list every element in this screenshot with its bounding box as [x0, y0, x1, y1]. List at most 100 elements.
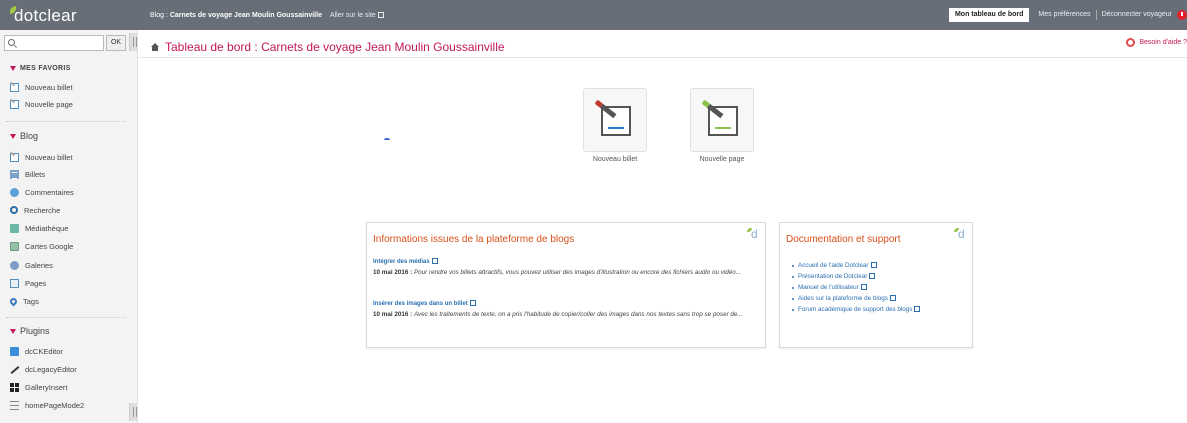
logo-text: dotclear — [14, 6, 77, 25]
new-page-label[interactable]: Nouvelle page — [677, 156, 767, 163]
sidebar-item-media[interactable]: Médiathèque — [10, 222, 68, 234]
page-title: Tableau de bord : Carnets de voyage Jean… — [151, 40, 505, 54]
d-glyph: d — [751, 227, 758, 241]
sidebar-item-comments[interactable]: Commentaires — [10, 186, 74, 198]
docs-link[interactable]: Forum académique de support des blogs — [792, 304, 921, 315]
sidebar-item-label: dcLegacyEditor — [25, 364, 77, 374]
divider — [139, 57, 1187, 58]
sidebar-item-fav-new-page[interactable]: Nouvelle page — [10, 98, 73, 110]
sidebar-item-label: Galeries — [25, 260, 53, 270]
plugins-section-title[interactable]: Plugins — [10, 326, 50, 336]
sidebar-item-search[interactable]: Recherche — [10, 204, 60, 216]
new-page-button[interactable] — [690, 88, 754, 152]
preferences-link[interactable]: Mes préférences — [1033, 10, 1097, 20]
external-link-icon — [860, 284, 867, 290]
external-link-icon — [869, 273, 876, 279]
news-item-link[interactable]: Intégrer des médias — [373, 257, 438, 265]
news-panel-title: Informations issues de la plateforme de … — [373, 234, 575, 245]
visit-site-label: Aller sur le site — [329, 12, 376, 19]
new-post-button[interactable] — [583, 88, 647, 152]
loading-spinner-icon — [384, 138, 390, 142]
triangle-down-icon — [10, 328, 16, 334]
dotclear-small-logo-icon: d — [954, 227, 968, 241]
sidebar-item-label: Cartes Google — [25, 241, 74, 251]
sidebar-item-google-maps[interactable]: Cartes Google — [10, 240, 73, 252]
galleries-icon — [10, 260, 19, 270]
sidebar-item-homepagemode2[interactable]: homePageMode2 — [10, 399, 84, 411]
lifebuoy-icon — [1126, 38, 1136, 47]
favorites-section-title[interactable]: Mes favoris — [10, 65, 71, 72]
docs-panel-title: Documentation et support — [786, 234, 901, 245]
search-icon — [10, 206, 18, 214]
media-icon — [10, 223, 19, 233]
help-link[interactable]: Besoin d'aide ? — [1126, 38, 1187, 47]
news-item-date: 10 mai 2016 : — [373, 311, 413, 318]
news-item-text: 10 mai 2016 : Avec les traitements de te… — [373, 310, 761, 320]
blog-prefix: Blog : — [150, 12, 168, 19]
power-icon[interactable] — [1177, 10, 1187, 20]
sidebar-item-label: Recherche — [24, 205, 61, 215]
news-item-link[interactable]: Insérer des images dans un billet — [373, 299, 476, 307]
divider — [6, 121, 126, 122]
visit-site-link[interactable]: Aller sur le site — [330, 12, 384, 19]
search-icon — [8, 39, 15, 46]
search-input[interactable] — [4, 35, 104, 51]
lines-icon — [10, 400, 19, 410]
dotclear-small-logo-icon: d — [747, 227, 761, 241]
sidebar-item-dcckeditor[interactable]: dcCKEditor — [10, 345, 63, 357]
sidebar-item-new-post[interactable]: Nouveau billet — [10, 151, 73, 163]
sidebar-item-galleryinsert[interactable]: GalleryInsert — [10, 381, 68, 393]
docs-link[interactable]: Présentation de Dotclear — [792, 271, 920, 282]
sidebar-item-label: homePageMode2 — [25, 400, 85, 410]
news-item-body: Avec les traitements de texte, on a pris… — [413, 311, 743, 318]
docs-panel: Documentation et support d Accueil de l'… — [779, 222, 973, 348]
search-ok-button[interactable]: OK — [106, 35, 126, 51]
plugins-title-label: Plugins — [20, 326, 50, 336]
new-post-icon — [10, 152, 19, 162]
docs-link-label: Accueil de l'aide Dotclear — [798, 262, 869, 269]
dashboard-link[interactable]: Mon tableau de bord — [948, 8, 1030, 22]
sidebar-item-tags[interactable]: Tags — [8, 295, 39, 307]
blog-name: Carnets de voyage Jean Moulin Goussainvi… — [169, 12, 322, 19]
news-item-link-label: Intégrer des médias — [373, 259, 430, 265]
main-content: Tableau de bord : Carnets de voyage Jean… — [139, 30, 1187, 423]
ckeditor-icon — [10, 346, 19, 356]
sidebar-scroll-handle[interactable] — [129, 403, 137, 421]
news-item-link-label: Insérer des images dans un billet — [373, 301, 468, 307]
docs-link[interactable]: Manuel de l'utilisateur — [792, 282, 920, 293]
sidebar-item-label: dcCKEditor — [25, 346, 63, 356]
triangle-down-icon — [10, 133, 16, 139]
external-link-icon — [914, 306, 921, 312]
comments-icon — [10, 187, 19, 197]
map-icon — [10, 241, 19, 251]
dotclear-logo[interactable]: dotclear — [0, 0, 140, 30]
sidebar-item-posts[interactable]: Billets — [10, 168, 45, 180]
external-link-icon — [431, 258, 438, 264]
pages-icon — [10, 278, 19, 288]
sidebar-item-label: Nouveau billet — [25, 152, 73, 162]
user-nav: Mon tableau de bord Mes préférences Déco… — [948, 8, 1187, 22]
sidebar-item-label: Médiathèque — [25, 223, 69, 233]
sidebar-item-label: Billets — [25, 169, 46, 179]
news-item-text: 10 mai 2016 : Pour rendre vos billets at… — [373, 268, 761, 278]
blog-title-label: Blog — [20, 131, 39, 141]
sidebar-item-label: Commentaires — [25, 187, 74, 197]
new-post-label[interactable]: Nouveau billet — [570, 156, 660, 163]
posts-icon — [10, 169, 19, 179]
sidebar-item-pages[interactable]: Pages — [10, 277, 46, 289]
external-link-icon — [377, 12, 384, 18]
news-item-date: 10 mai 2016 : — [373, 269, 413, 276]
sidebar-item-galleries[interactable]: Galeries — [10, 259, 53, 271]
blog-line: Blog : Carnets de voyage Jean Moulin Gou… — [150, 11, 384, 19]
logout-link[interactable]: Déconnecter voyageur — [1097, 10, 1175, 20]
collapse-sidebar-handle[interactable] — [129, 33, 137, 51]
new-post-icon — [10, 82, 19, 92]
news-item-body: Pour rendre vos billets attractifs, vous… — [413, 269, 742, 276]
docs-link[interactable]: Aides sur la plateforme de blogs — [792, 293, 920, 304]
sidebar-item-fav-new-post[interactable]: Nouveau billet — [10, 81, 73, 93]
blog-section-title[interactable]: Blog — [10, 131, 38, 141]
docs-link[interactable]: Accueil de l'aide Dotclear — [792, 260, 920, 271]
sidebar-item-dclegacyeditor[interactable]: dcLegacyEditor — [10, 363, 77, 375]
divider — [6, 317, 126, 318]
external-link-icon — [469, 300, 476, 306]
